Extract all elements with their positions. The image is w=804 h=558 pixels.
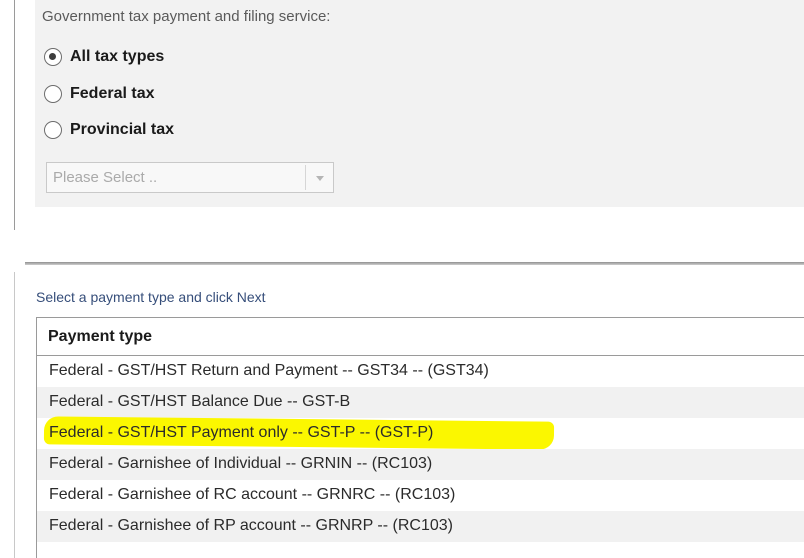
province-select-dropdown[interactable]: Please Select .. bbox=[46, 162, 334, 193]
table-row[interactable]: Federal - Garnishee of Individual -- GRN… bbox=[37, 449, 804, 480]
table-row[interactable]: Federal - Garnishee of RC account -- GRN… bbox=[37, 480, 804, 511]
left-border-line-lower bbox=[14, 272, 15, 558]
payment-type-option[interactable]: Federal - Garnishee of RP account -- GRN… bbox=[49, 517, 453, 535]
chevron-down-icon[interactable] bbox=[316, 176, 324, 181]
radio-all-tax-types[interactable]: All tax types bbox=[44, 45, 164, 69]
payment-type-option[interactable]: Federal - Garnishee of Individual -- GRN… bbox=[49, 455, 432, 473]
left-border-line bbox=[14, 0, 15, 230]
payment-type-option[interactable]: Federal - Garnishee of RC account -- GRN… bbox=[49, 486, 455, 504]
radio-provincial-tax[interactable]: Provincial tax bbox=[44, 118, 174, 142]
section-separator bbox=[25, 262, 804, 265]
payment-type-option[interactable]: Federal - GST/HST Balance Due -- GST-B bbox=[49, 393, 350, 411]
payment-type-table: Payment type Federal - GST/HST Return an… bbox=[36, 317, 804, 558]
radio-federal-tax[interactable]: Federal tax bbox=[44, 82, 154, 106]
table-row[interactable]: Federal - GST/HST Return and Payment -- … bbox=[37, 356, 804, 387]
radio-button-unchecked[interactable] bbox=[44, 85, 62, 103]
table-row-highlighted[interactable]: Federal - GST/HST Payment only -- GST-P … bbox=[37, 416, 804, 450]
radio-button-checked[interactable] bbox=[44, 48, 62, 66]
select-divider bbox=[305, 165, 306, 190]
select-placeholder: Please Select .. bbox=[53, 169, 158, 186]
radio-button-unchecked[interactable] bbox=[44, 121, 62, 139]
table-row[interactable]: Federal - Garnishee of RP account -- GRN… bbox=[37, 511, 804, 542]
payment-type-option[interactable]: Federal - GST/HST Payment only -- GST-P … bbox=[49, 424, 433, 442]
column-header-payment-type: Payment type bbox=[48, 328, 153, 345]
panel-title: Government tax payment and filing servic… bbox=[42, 8, 331, 25]
radio-label-federal-tax: Federal tax bbox=[70, 85, 155, 102]
radio-label-provincial-tax: Provincial tax bbox=[70, 121, 175, 138]
payment-type-instruction: Select a payment type and click Next bbox=[36, 289, 266, 305]
tax-service-filter-panel: Government tax payment and filing servic… bbox=[35, 0, 804, 207]
radio-label-all-tax-types: All tax types bbox=[70, 48, 165, 65]
payment-type-option[interactable]: Federal - GST/HST Return and Payment -- … bbox=[49, 362, 489, 380]
table-row[interactable]: Federal - GST/HST Balance Due -- GST-B bbox=[37, 387, 804, 418]
table-header: Payment type bbox=[37, 318, 804, 356]
